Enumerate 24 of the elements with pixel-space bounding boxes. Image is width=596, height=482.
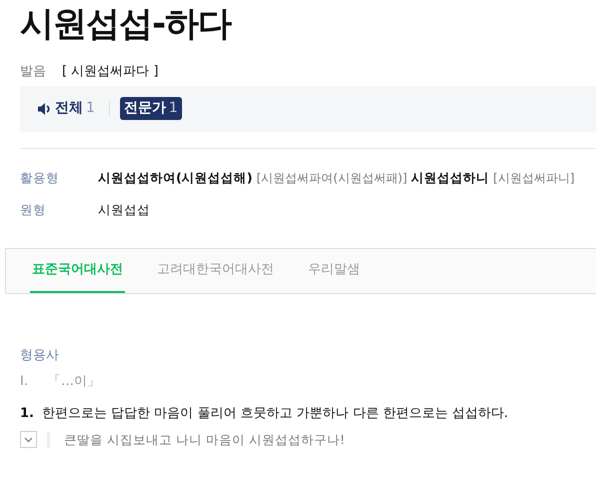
sense-text: 한편으로는 답답한 마음이 풀리어 흐뭇하고 가뿐하나 다른 한편으로는 섭섭하다. [42, 405, 508, 423]
group-pattern: 「…이」 [48, 372, 100, 390]
audio-filter-tab[interactable]: 전문가 1 [120, 97, 182, 120]
expand-toggle[interactable] [20, 431, 37, 448]
speaker-icon [37, 102, 52, 116]
word-form: 시원섭섭하여(시원섭섭해) [98, 170, 252, 184]
pronunciation-text: [시원섭써파니] [493, 170, 575, 184]
pronunciation-text: [ 시원섭써파다 ] [62, 64, 158, 79]
dictionary-tab[interactable]: 표준국어대사전 [30, 249, 125, 293]
dictionary-tab[interactable]: 고려대한국어대사전 [155, 249, 276, 293]
sense-number: 1. [20, 405, 34, 423]
word-title: 시원섭섭-하다 [19, 3, 233, 44]
form-label: 활용형 [20, 168, 60, 186]
pronunciation-label: 발음 [20, 64, 46, 79]
chevron-down-icon [24, 436, 33, 443]
word-form: 시원섭섭 [98, 202, 150, 218]
group-marker: I. [20, 372, 28, 390]
word-form: 시원섭섭하니 [411, 170, 490, 184]
form-label: 원형 [20, 201, 47, 220]
part-of-speech: 형용사 [20, 347, 60, 365]
pronunciation-text: [시원섭써파여(시원섭써패)] [256, 170, 408, 184]
example-sentence: 큰딸을 시집보내고 나니 마음이 시원섭섭하구나! [64, 430, 345, 448]
audio-filter-tab[interactable]: 전체 1 [33, 97, 99, 120]
dictionary-tab[interactable]: 우리말샘 [306, 249, 362, 293]
